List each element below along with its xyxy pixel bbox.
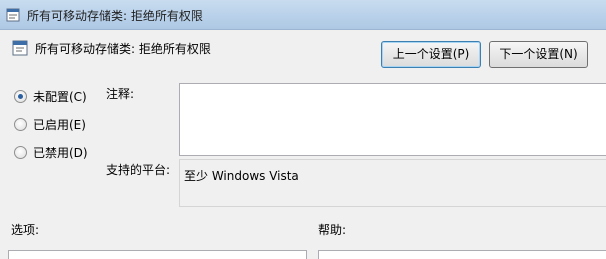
radio-label: 已禁用(D) — [33, 146, 88, 160]
options-pane[interactable] — [8, 250, 307, 259]
supported-platform-value: 至少 Windows Vista — [184, 169, 299, 183]
help-label: 帮助: — [318, 223, 347, 237]
policy-setting-icon — [12, 40, 28, 56]
comment-textarea[interactable] — [179, 83, 606, 156]
options-label: 选项: — [11, 223, 40, 237]
next-setting-button[interactable]: 下一个设置(N) — [489, 41, 588, 68]
radio-indicator[interactable] — [14, 118, 27, 131]
radio-enabled[interactable]: 已启用(E) — [14, 116, 86, 133]
title-bar: 所有可移动存储类: 拒绝所有权限 — [0, 0, 606, 30]
radio-label: 已启用(E) — [33, 118, 86, 132]
previous-setting-button[interactable]: 上一个设置(P) — [381, 41, 481, 68]
radio-indicator[interactable] — [14, 90, 27, 103]
radio-indicator[interactable] — [14, 146, 27, 159]
radio-not-configured[interactable]: 未配置(C) — [14, 88, 87, 105]
help-pane[interactable] — [318, 250, 606, 259]
comment-label: 注释: — [106, 87, 135, 101]
radio-disabled[interactable]: 已禁用(D) — [14, 144, 88, 161]
radio-label: 未配置(C) — [33, 90, 87, 104]
setting-title: 所有可移动存储类: 拒绝所有权限 — [35, 42, 211, 56]
policy-editor-icon — [6, 8, 20, 22]
window-title: 所有可移动存储类: 拒绝所有权限 — [27, 9, 203, 23]
supported-platform-label: 支持的平台: — [106, 163, 171, 177]
supported-platform-field: 至少 Windows Vista — [179, 159, 606, 207]
